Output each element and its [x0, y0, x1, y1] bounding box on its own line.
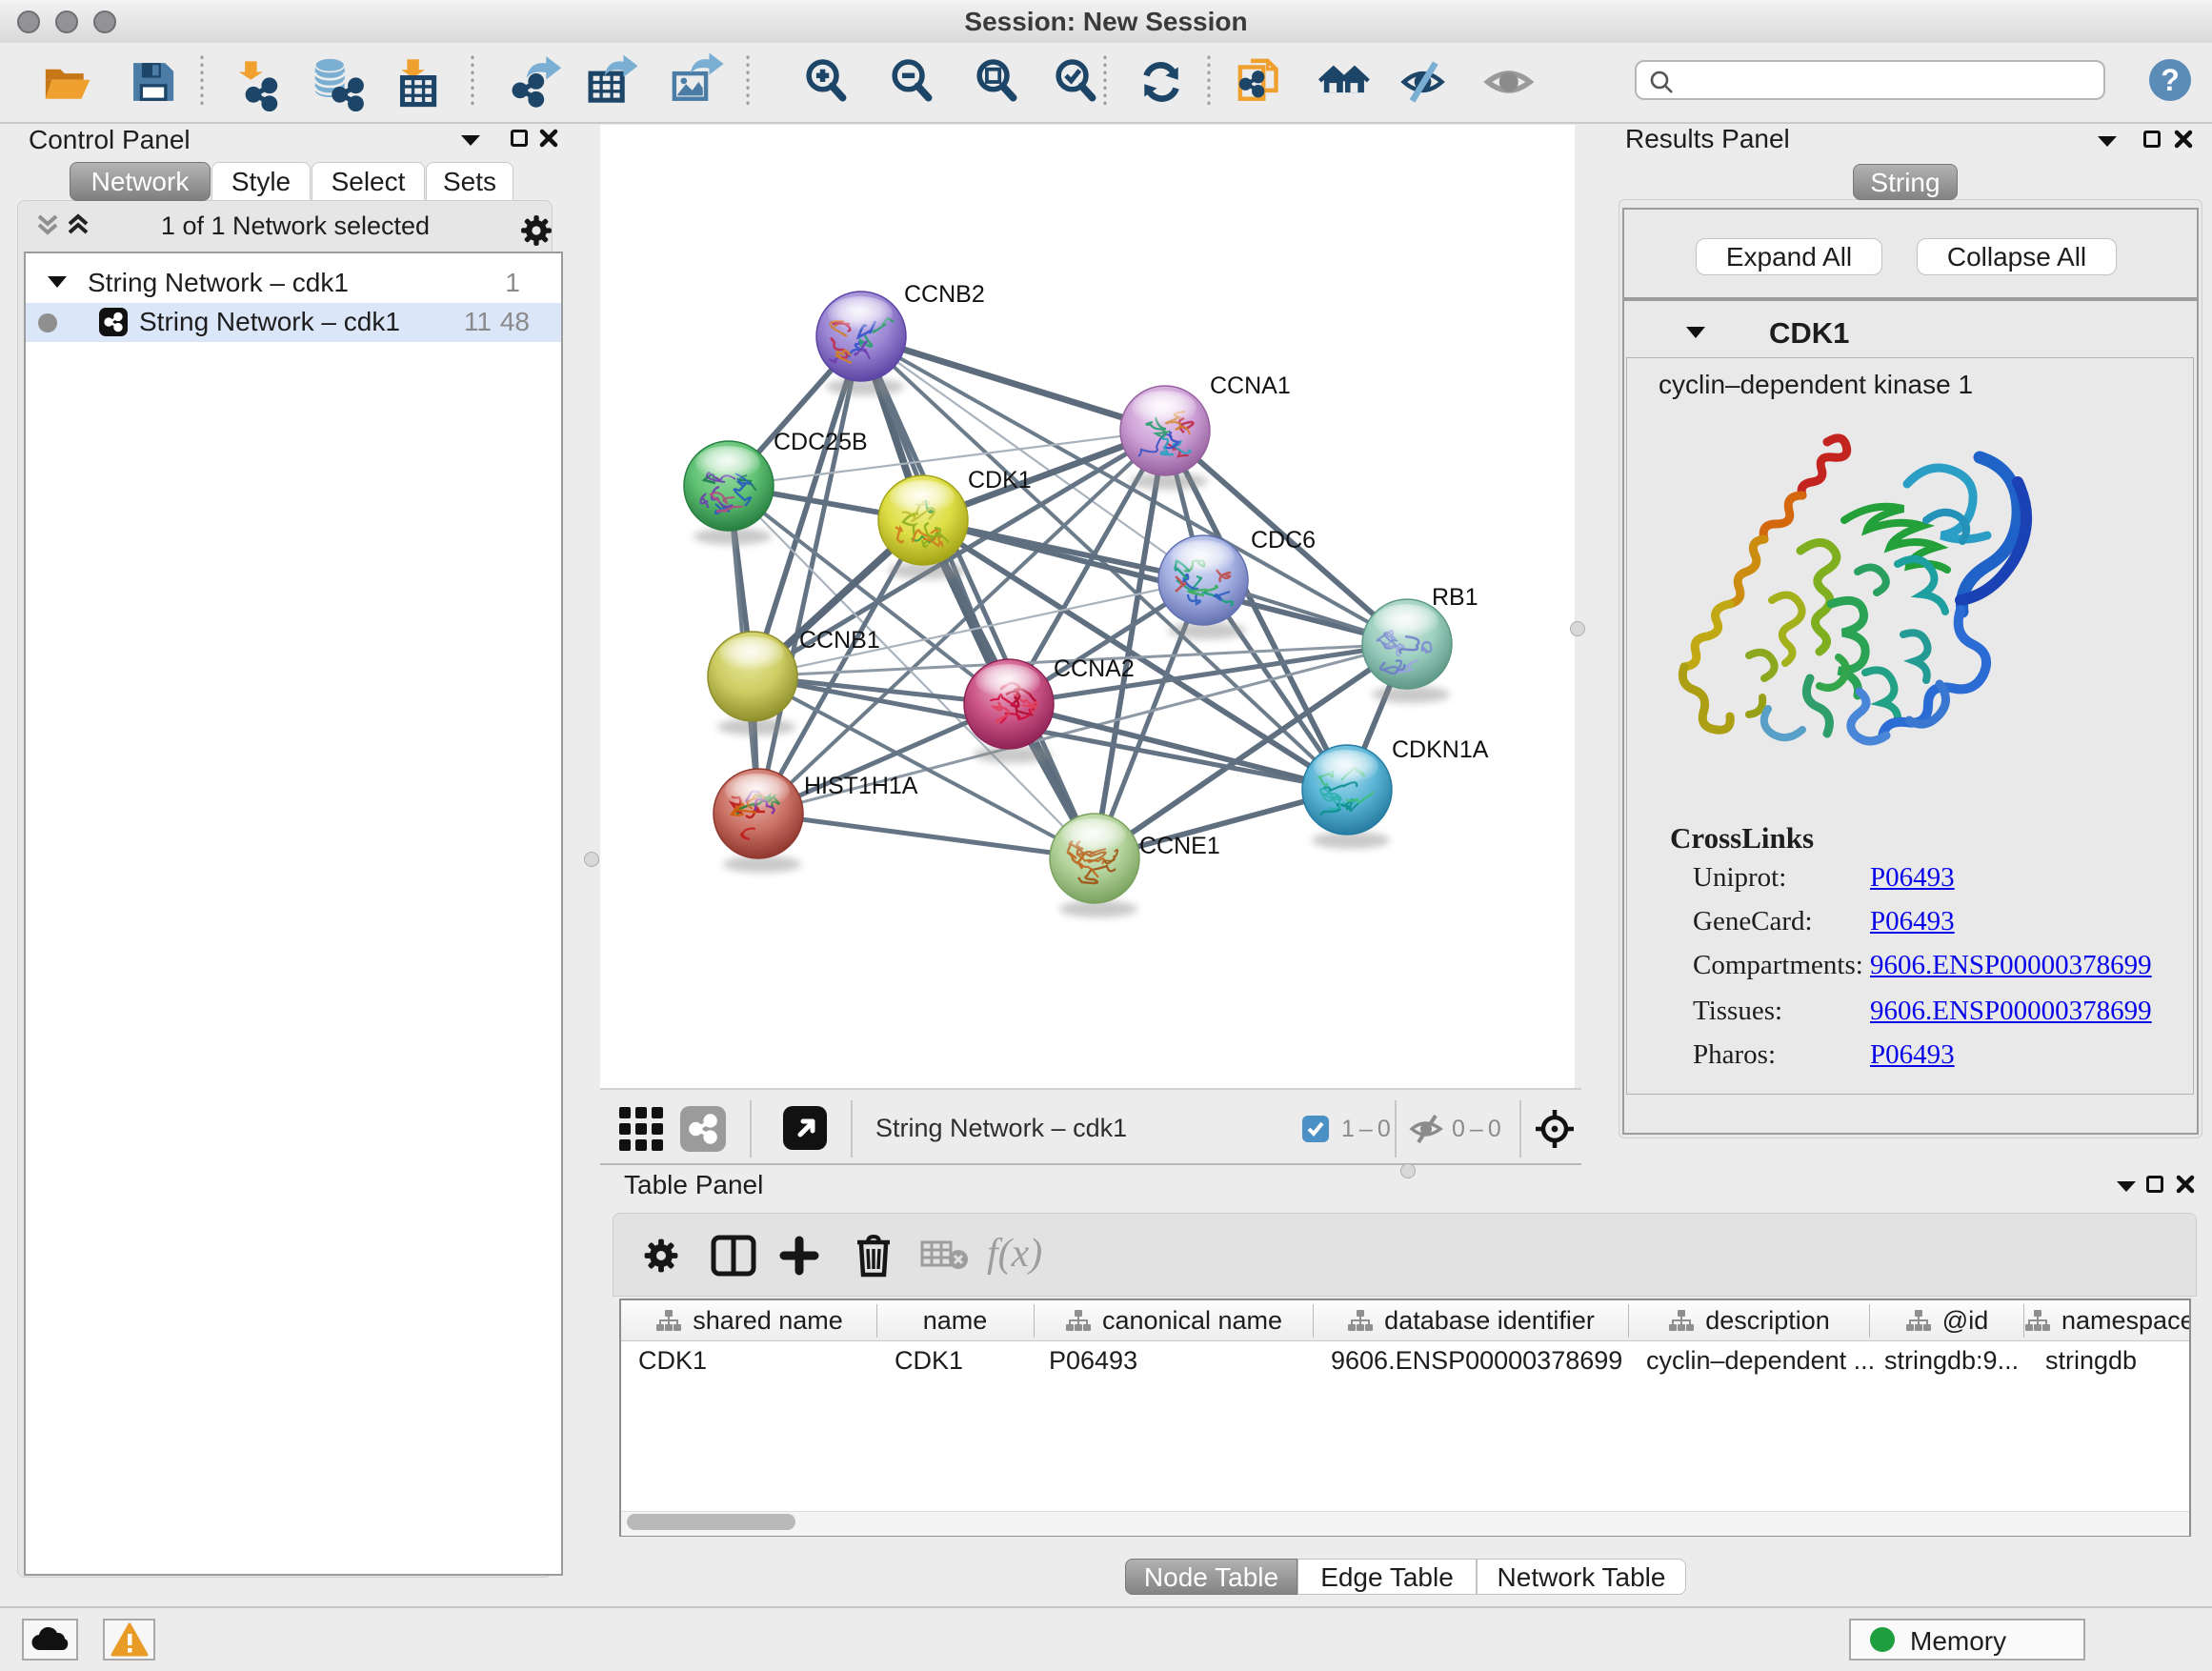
- svg-text:CCNA2: CCNA2: [1054, 655, 1135, 682]
- svg-text:CCNE1: CCNE1: [1139, 833, 1220, 859]
- svg-text:HIST1H1A: HIST1H1A: [804, 773, 918, 799]
- svg-text:CCNB2: CCNB2: [904, 281, 985, 308]
- svg-text:CCNA1: CCNA1: [1210, 372, 1291, 399]
- svg-text:CCNB1: CCNB1: [799, 627, 880, 654]
- svg-text:CDC6: CDC6: [1251, 527, 1316, 554]
- svg-text:CDK1: CDK1: [968, 467, 1032, 493]
- svg-text:CDKN1A: CDKN1A: [1392, 736, 1489, 763]
- svg-text:CDC25B: CDC25B: [774, 429, 868, 455]
- svg-text:RB1: RB1: [1432, 584, 1478, 611]
